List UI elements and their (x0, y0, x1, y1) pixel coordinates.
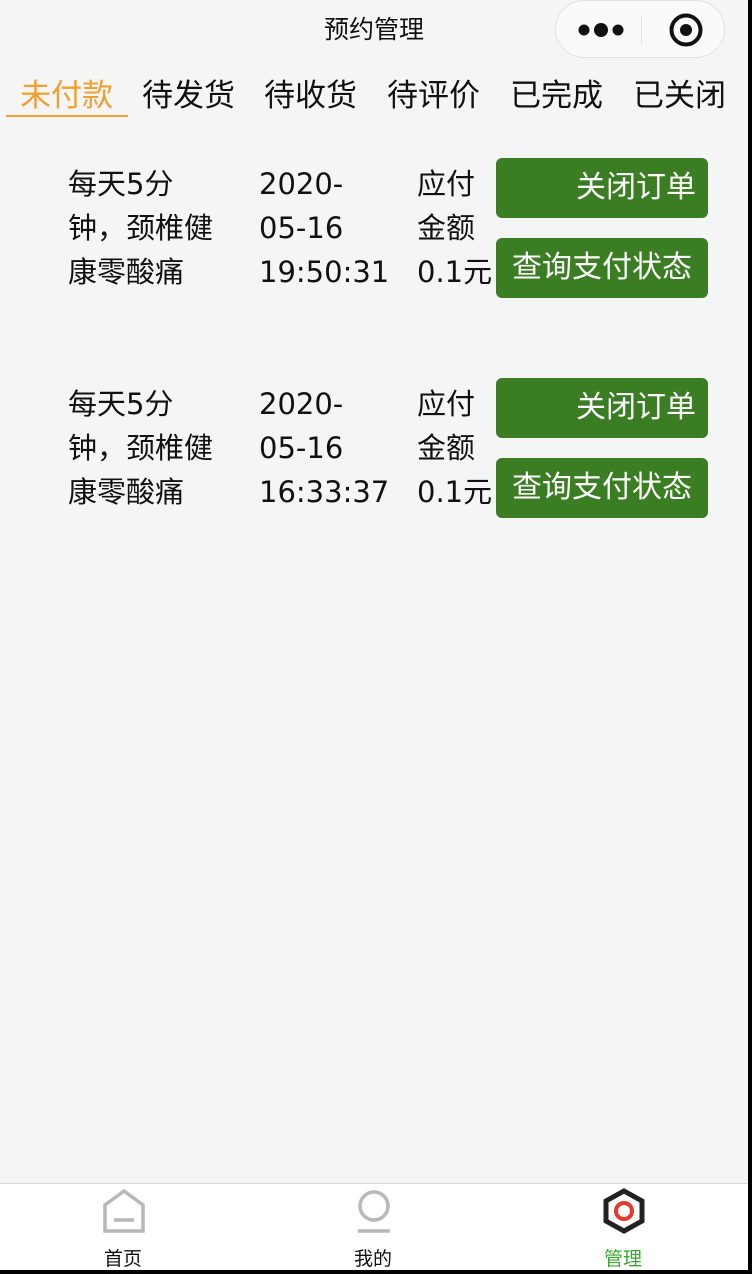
tab-unpaid[interactable]: 未付款 (20, 70, 113, 115)
query-payment-status-button[interactable]: 查询支付状态 (496, 458, 708, 518)
product-name-line: 钟，颈椎健 (68, 431, 214, 465)
order-date-line: 2020- (259, 167, 344, 201)
order-date: 2020- 05-16 16:33:37 (259, 382, 399, 514)
app-screen: 预约管理 未付款 待发货 待收货 待评价 已完成 已关闭 每天5分 钟，颈椎健 … (0, 0, 748, 1270)
product-name-line: 钟，颈椎健 (68, 211, 214, 245)
order-status-tabs: 未付款 待发货 待收货 待评价 已完成 已关闭 (0, 70, 748, 122)
order-amount-line: 0.1元 (417, 475, 493, 509)
product-name-line: 每天5分 (68, 387, 174, 421)
order-amount-line: 应付 (417, 167, 476, 201)
order-date-line: 05-16 (259, 431, 344, 465)
order-date-line: 2020- (259, 387, 344, 421)
user-icon (358, 1190, 390, 1233)
tab-completed[interactable]: 已完成 (510, 70, 603, 115)
close-order-button[interactable]: 关闭订单 (496, 158, 708, 218)
tabbar-label: 首页 (103, 1248, 142, 1270)
order-item: 每天5分 钟，颈椎健 康零酸痛 2020- 05-16 16:33:37 应付 … (0, 378, 748, 532)
order-amount-line: 金额 (417, 431, 476, 465)
home-icon (103, 1188, 145, 1233)
tab-to-ship[interactable]: 待发货 (142, 70, 235, 115)
tab-closed[interactable]: 已关闭 (633, 70, 726, 115)
tabbar-item-mine[interactable]: 我的 (323, 1184, 423, 1270)
order-date-line: 16:33:37 (259, 475, 390, 509)
tabbar-item-manage[interactable]: 管理 (573, 1184, 673, 1270)
mini-program-capsule (555, 0, 725, 58)
order-date-line: 19:50:31 (259, 255, 390, 289)
target-circle-icon[interactable] (668, 12, 704, 48)
order-amount-line: 金额 (417, 211, 476, 245)
bottom-tab-bar: 首页 我的 管理 (0, 1183, 748, 1270)
order-amount-line: 应付 (417, 387, 476, 421)
order-product-name: 每天5分 钟，颈椎健 康零酸痛 (68, 382, 238, 514)
order-date: 2020- 05-16 19:50:31 (259, 162, 399, 294)
product-name-line: 每天5分 (68, 167, 174, 201)
tab-to-receive[interactable]: 待收货 (264, 70, 357, 115)
tab-to-review[interactable]: 待评价 (387, 70, 480, 115)
tabbar-label: 我的 (353, 1248, 392, 1270)
order-item: 每天5分 钟，颈椎健 康零酸痛 2020- 05-16 19:50:31 应付 … (0, 158, 748, 312)
close-order-button[interactable]: 关闭订单 (496, 378, 708, 438)
order-amount: 应付 金额 0.1元 (417, 162, 495, 294)
active-tab-underline (6, 115, 128, 117)
capsule-divider (641, 15, 642, 45)
nav-bar: 预约管理 (0, 0, 748, 58)
manage-hexagon-icon (603, 1188, 645, 1234)
tabbar-item-home[interactable]: 首页 (73, 1184, 173, 1270)
tabbar-label: 管理 (603, 1248, 642, 1270)
query-payment-status-button[interactable]: 查询支付状态 (496, 238, 708, 298)
product-name-line: 康零酸痛 (68, 255, 185, 289)
order-amount-line: 0.1元 (417, 255, 493, 289)
order-product-name: 每天5分 钟，颈椎健 康零酸痛 (68, 162, 238, 294)
more-dots-icon[interactable] (576, 21, 626, 39)
product-name-line: 康零酸痛 (68, 475, 185, 509)
order-date-line: 05-16 (259, 211, 344, 245)
order-amount: 应付 金额 0.1元 (417, 382, 495, 514)
